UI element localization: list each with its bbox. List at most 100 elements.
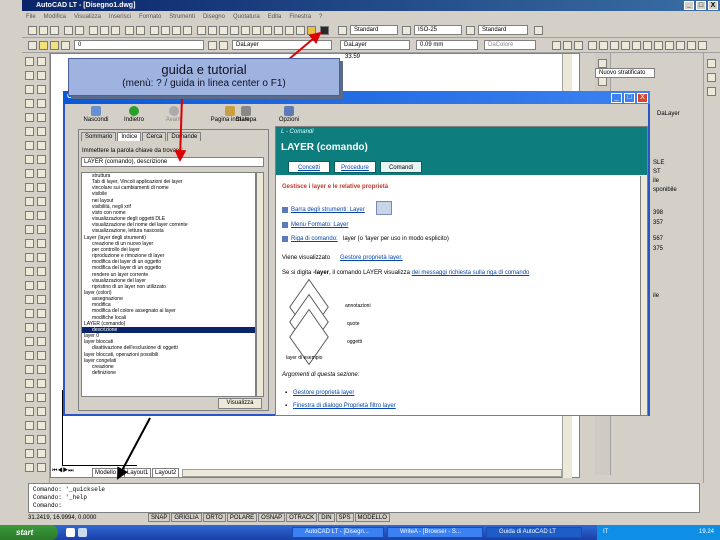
dim-radius-icon[interactable]: [37, 323, 46, 332]
index-list-item[interactable]: definizione: [82, 370, 255, 376]
join-icon[interactable]: [37, 225, 46, 234]
menu-edita[interactable]: Edita: [264, 12, 286, 23]
sheetset-icon[interactable]: [252, 26, 261, 35]
cloud-icon[interactable]: [25, 155, 34, 164]
ellipse-arc-icon[interactable]: [25, 197, 34, 206]
copy-icon[interactable]: [100, 26, 109, 35]
tab-model[interactable]: Modello: [92, 468, 120, 478]
menu-inserisci[interactable]: Inserisci: [105, 12, 135, 23]
menu-formato[interactable]: Formato: [135, 12, 165, 23]
status-model[interactable]: MODELLO: [354, 513, 390, 522]
index-list[interactable]: struttura Tab di layer, Vincoli applicazi…: [81, 172, 256, 397]
content-scrollbar[interactable]: [640, 176, 647, 415]
tab-domande[interactable]: Domande: [167, 132, 202, 141]
dist-icon[interactable]: [665, 41, 674, 50]
new-icon[interactable]: [28, 26, 37, 35]
help-maximize-button[interactable]: □: [624, 93, 635, 103]
tab-layout2[interactable]: Layout2: [152, 468, 180, 478]
zoom-all-icon[interactable]: [574, 41, 583, 50]
zoom-object-icon[interactable]: [643, 41, 652, 50]
content-tab-concetti[interactable]: Concetti: [288, 161, 330, 173]
gradient-icon[interactable]: [25, 267, 34, 276]
circle-icon[interactable]: [25, 141, 34, 150]
menu-visualizza[interactable]: Visualizza: [70, 12, 105, 23]
move-icon[interactable]: [37, 127, 46, 136]
make-current-icon[interactable]: [208, 41, 217, 50]
xref-icon[interactable]: [274, 26, 283, 35]
status-otrack[interactable]: OTRACK: [286, 513, 318, 522]
text-style-icon[interactable]: [338, 26, 347, 35]
quicklaunch-ie-icon[interactable]: [66, 528, 75, 537]
palette-icon-1[interactable]: [598, 59, 607, 68]
menu-quotatura[interactable]: Quotatura: [229, 12, 264, 23]
related-link-1[interactable]: Gestore proprietà layer: [293, 390, 354, 396]
palette-icon-2[interactable]: [598, 77, 607, 86]
area-icon[interactable]: [676, 41, 685, 50]
hide-button[interactable]: Nascondi: [77, 104, 115, 123]
snap-endpoint-icon[interactable]: [25, 323, 34, 332]
tray-language[interactable]: IT: [603, 529, 608, 535]
arc-icon[interactable]: [25, 127, 34, 136]
dim-edit-icon[interactable]: [37, 435, 46, 444]
make-block-icon[interactable]: [25, 225, 34, 234]
content-tab-comandi[interactable]: Comandi: [380, 161, 422, 173]
layer-manager-icon[interactable]: [28, 41, 37, 50]
layer-lock-icon[interactable]: [61, 41, 70, 50]
color-combo[interactable]: DaLayer: [232, 40, 332, 50]
right-tool-1-icon[interactable]: [707, 59, 716, 68]
status-snap[interactable]: SNAP: [148, 513, 171, 522]
mtext-icon[interactable]: [25, 309, 34, 318]
dim-baseline-icon[interactable]: [37, 365, 46, 374]
break-icon[interactable]: [37, 211, 46, 220]
dim-aligned-icon[interactable]: [37, 295, 46, 304]
snap-tracking-icon[interactable]: [25, 463, 34, 472]
offset-icon[interactable]: [37, 99, 46, 108]
display-button[interactable]: Visualizza: [218, 398, 262, 409]
snap-nearest-icon[interactable]: [25, 421, 34, 430]
access-cmd-label[interactable]: Riga di comando:: [291, 236, 338, 242]
linetype-combo[interactable]: DaLayer: [340, 40, 410, 50]
index-search-input[interactable]: LAYER (comando), descrizione: [81, 157, 264, 167]
snap-intersection-icon[interactable]: [25, 351, 34, 360]
snap-center-icon[interactable]: [25, 365, 34, 374]
task-browser[interactable]: WriteA - [Browser - S...: [387, 527, 483, 538]
xline-icon[interactable]: [25, 71, 34, 80]
right-tool-2-icon[interactable]: [707, 73, 716, 82]
status-ortho[interactable]: ORTO: [202, 513, 226, 522]
layer-previous-icon[interactable]: [219, 41, 228, 50]
help-close-button[interactable]: X: [637, 93, 648, 103]
dim-continue-icon[interactable]: [37, 379, 46, 388]
zoom-center-icon[interactable]: [632, 41, 641, 50]
block-icon[interactable]: [285, 26, 294, 35]
task-help[interactable]: Guida di AutoCAD LT: [486, 527, 582, 538]
save-icon[interactable]: [50, 26, 59, 35]
note-link[interactable]: dei messaggi richiesta sulla riga di com…: [412, 270, 530, 276]
task-autocad[interactable]: AutoCAD LT - [Disegn...: [292, 527, 384, 538]
layout-icon[interactable]: [263, 26, 272, 35]
snap-none-icon[interactable]: [25, 435, 34, 444]
design-center-icon[interactable]: [208, 26, 217, 35]
scale-icon[interactable]: [37, 155, 46, 164]
zoom-out-icon[interactable]: [563, 41, 572, 50]
status-sps[interactable]: SPS: [335, 513, 354, 522]
layer-freeze-icon[interactable]: [50, 41, 59, 50]
id-point-icon[interactable]: [698, 41, 707, 50]
dim-linear-icon[interactable]: [37, 281, 46, 290]
view-icon[interactable]: [588, 41, 597, 50]
undo-icon[interactable]: [125, 26, 134, 35]
menu-finestra[interactable]: Finestra: [285, 12, 315, 23]
point-icon[interactable]: [25, 239, 34, 248]
polygon-icon[interactable]: [25, 99, 34, 108]
quicklaunch-desktop-icon[interactable]: [78, 528, 87, 537]
zoom-window-icon[interactable]: [172, 26, 181, 35]
right-tool-3-icon[interactable]: [707, 87, 716, 96]
dim-update-icon[interactable]: [37, 449, 46, 458]
menu-file[interactable]: File: [22, 12, 40, 23]
dim-diameter-icon[interactable]: [37, 337, 46, 346]
tool-palettes-icon[interactable]: [219, 26, 228, 35]
table-style-icon[interactable]: [466, 26, 475, 35]
render-icon[interactable]: [610, 41, 619, 50]
start-button[interactable]: start: [0, 525, 58, 540]
palette-style-combo[interactable]: Nuovo stratificato: [595, 68, 655, 78]
text-style-combo[interactable]: Standard: [350, 25, 398, 35]
